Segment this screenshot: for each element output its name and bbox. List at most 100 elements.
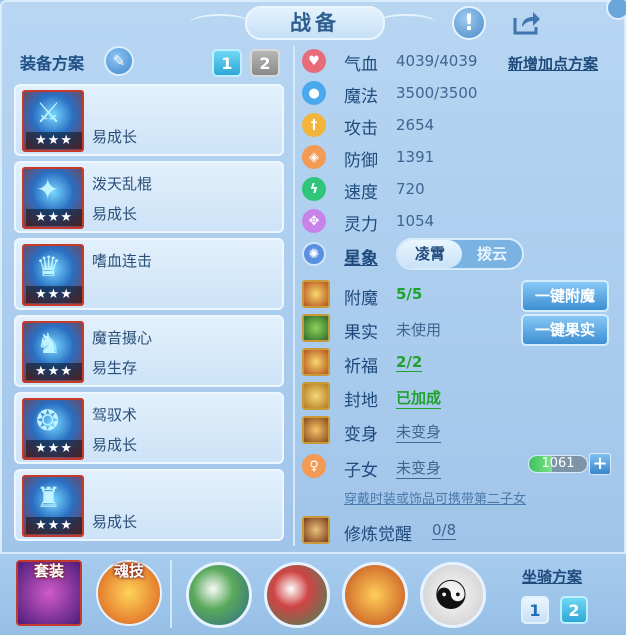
- star-sign-label[interactable]: 星象: [344, 244, 378, 269]
- star-rating: ★★★: [26, 209, 82, 226]
- equip-slot-1[interactable]: [186, 562, 252, 628]
- shield-icon: ◈: [302, 145, 326, 169]
- add-exp-button[interactable]: +: [589, 453, 611, 475]
- skill-tag: 易成长: [92, 205, 138, 223]
- skill-icon: ♞ ★★★: [22, 321, 84, 383]
- stat-label: 攻击: [344, 119, 378, 139]
- stat-value: 1391: [396, 148, 435, 166]
- stat-value: 1054: [396, 212, 435, 230]
- stat-row-atk: † 攻击 2654: [302, 111, 622, 141]
- row-value: 5/5: [396, 285, 423, 303]
- star-sign-toggle[interactable]: 凌霄 拨云: [396, 238, 524, 270]
- mount-tab-2[interactable]: 2: [560, 596, 588, 624]
- skill-tag: 易成长: [92, 436, 138, 454]
- blessing-icon: [302, 348, 330, 376]
- enchant-icon: [302, 280, 330, 308]
- star-option-lingxiao[interactable]: 凌霄: [398, 240, 462, 268]
- star-sign-icon: ✺: [302, 242, 326, 266]
- child-exp-bar: 1061: [528, 455, 588, 473]
- transform-row: 变身 未变身: [302, 416, 622, 446]
- page-title: 战备: [245, 6, 385, 40]
- star-rating: ★★★: [26, 132, 82, 149]
- skill-name: 泼天乱棍: [92, 175, 153, 193]
- mount-tab-1[interactable]: 1: [521, 596, 549, 624]
- equip-plan-header: 装备方案: [20, 54, 85, 73]
- stat-label: 气血: [344, 55, 378, 75]
- stat-value: 2654: [396, 116, 435, 134]
- child-icon: ♀: [302, 454, 326, 478]
- one-click-enchant-button[interactable]: 一键附魔: [521, 280, 609, 312]
- blessing-row: 祈福 2/2: [302, 348, 622, 378]
- stat-label: 速度: [344, 183, 378, 203]
- alert-icon[interactable]: !: [452, 6, 486, 40]
- star-rating: ★★★: [26, 517, 82, 534]
- stat-value: 3500/3500: [396, 84, 478, 102]
- skill-icon: ❂ ★★★: [22, 398, 84, 460]
- sword-icon: †: [302, 113, 326, 137]
- skill-card[interactable]: ⚔ ★★★ 易成长: [14, 84, 284, 156]
- yinyang-icon: ☯: [433, 573, 469, 619]
- row-label: 修炼觉醒: [344, 525, 412, 545]
- skill-icon: ♛ ★★★: [22, 244, 84, 306]
- set-label: 套装: [33, 562, 64, 580]
- star-option-boyun[interactable]: 拨云: [460, 240, 524, 268]
- stat-label: 灵力: [344, 215, 378, 235]
- skill-card[interactable]: ♛ ★★★ 嗜血连击: [14, 238, 284, 310]
- share-icon[interactable]: [510, 6, 544, 40]
- set-slot[interactable]: 套装: [16, 560, 82, 626]
- skill-card[interactable]: ♜ ★★★ 易成长: [14, 469, 284, 541]
- row-value[interactable]: 未变身: [396, 457, 442, 479]
- row-value[interactable]: 已加成: [396, 387, 442, 409]
- equip-slot-2[interactable]: [264, 562, 330, 628]
- one-click-fruit-button[interactable]: 一键果实: [521, 314, 609, 346]
- plan-tab-2[interactable]: 2: [250, 49, 280, 77]
- skill-name: 嗜血连击: [92, 252, 153, 270]
- skill-icon: ⚔ ★★★: [22, 90, 84, 152]
- row-value[interactable]: 2/2: [396, 353, 423, 372]
- stat-row-spirit: ✥ 灵力 1054: [302, 207, 622, 237]
- skill-card[interactable]: ♞ ★★★ 魔音摄心 易生存: [14, 315, 284, 387]
- mana-icon: ●: [302, 81, 326, 105]
- star-rating: ★★★: [26, 286, 82, 303]
- equip-slot-3[interactable]: [342, 562, 408, 628]
- skill-card[interactable]: ✦ ★★★ 泼天乱棍 易成长: [14, 161, 284, 233]
- awaken-row: 修炼觉醒 0/8: [302, 516, 622, 546]
- stat-label: 防御: [344, 151, 378, 171]
- skill-icon: ✦ ★★★: [22, 167, 84, 229]
- row-label: 子女: [344, 461, 378, 481]
- heart-icon: ♥: [302, 49, 326, 73]
- stat-label: 魔法: [344, 87, 378, 107]
- equip-slot-4[interactable]: ☯: [420, 562, 486, 628]
- row-value[interactable]: 未变身: [396, 421, 442, 443]
- second-child-hint[interactable]: 穿戴时装或饰品可携带第二子女: [344, 488, 526, 507]
- soul-skill-slot[interactable]: 魂技: [96, 560, 162, 626]
- column-divider: [293, 46, 295, 546]
- plan-tab-1[interactable]: 1: [212, 49, 242, 77]
- skill-name: 驾驭术: [92, 406, 138, 424]
- skill-icon: ♜ ★★★: [22, 475, 84, 537]
- soul-skill-label: 魂技: [113, 562, 144, 580]
- title-ornament-left: [190, 14, 250, 32]
- awaken-icon: [302, 516, 330, 544]
- speed-icon: ϟ: [302, 177, 326, 201]
- close-icon[interactable]: [606, 0, 626, 20]
- add-plan-link[interactable]: 新增加点方案: [508, 53, 598, 74]
- row-label: 变身: [344, 425, 378, 445]
- skill-card[interactable]: ❂ ★★★ 驾驭术 易成长: [14, 392, 284, 464]
- spirit-icon: ✥: [302, 209, 326, 233]
- stat-row-mp: ● 魔法 3500/3500: [302, 79, 622, 109]
- row-label: 祈福: [344, 357, 378, 377]
- row-value: 未使用: [396, 321, 442, 339]
- row-value[interactable]: 0/8: [432, 521, 457, 540]
- star-rating: ★★★: [26, 363, 82, 380]
- mount-plan-label[interactable]: 坐骑方案: [522, 566, 582, 587]
- star-rating: ★★★: [26, 440, 82, 457]
- edit-icon[interactable]: ✎: [104, 46, 134, 76]
- row-label: 附魔: [344, 289, 378, 309]
- stat-value: 720: [396, 180, 425, 198]
- row-label: 封地: [344, 391, 378, 411]
- transform-icon: [302, 416, 330, 444]
- skill-tag: 易生存: [92, 359, 138, 377]
- title-ornament-right: [376, 14, 436, 32]
- fruit-icon: [302, 314, 330, 342]
